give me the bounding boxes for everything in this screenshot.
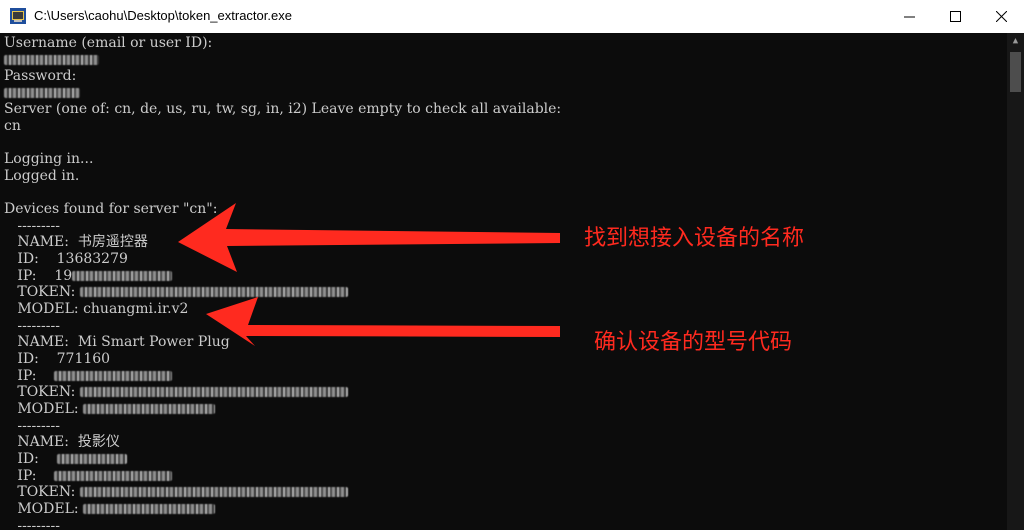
- device-ip: 19: [54, 268, 73, 284]
- device-model-row: MODEL:: [4, 501, 216, 518]
- username-prompt: Username (email or user ID):: [4, 35, 213, 51]
- device-token-row: TOKEN:: [4, 484, 348, 501]
- name-label: NAME:: [4, 234, 78, 250]
- redacted-ip: [54, 371, 173, 381]
- redacted-id: [56, 454, 127, 464]
- device-token-row: TOKEN:: [4, 384, 348, 401]
- redacted-token: [79, 287, 348, 297]
- redacted-token: [79, 387, 348, 397]
- ip-label: IP:: [4, 368, 55, 384]
- vertical-scrollbar[interactable]: ▲: [1007, 33, 1024, 530]
- server-input: cn: [4, 118, 21, 134]
- username-value: [4, 52, 99, 69]
- redacted-model: [83, 404, 216, 414]
- ip-label: IP:: [4, 268, 55, 284]
- annotation-find-device-name: 找到想接入设备的名称: [584, 226, 805, 251]
- device-model-row: MODEL: chuangmi.ir.v2: [4, 301, 188, 318]
- device-ip-row: IP:: [4, 468, 173, 485]
- device-token-row: TOKEN:: [4, 284, 348, 301]
- name-label: NAME:: [4, 434, 78, 450]
- redacted-password: [4, 88, 80, 98]
- device-name: 投影仪: [77, 434, 120, 450]
- device-separator: ---------: [4, 318, 60, 334]
- redacted-ip: [72, 271, 173, 281]
- logged-in-status: Logged in.: [4, 168, 80, 184]
- device-id: 771160: [56, 351, 111, 367]
- redacted-token: [79, 487, 348, 497]
- device-model: chuangmi.ir.v2: [83, 301, 189, 317]
- scroll-up-icon[interactable]: ▲: [1007, 33, 1024, 50]
- device-separator: ---------: [4, 518, 60, 530]
- device-name: Mi Smart Power Plug: [77, 334, 230, 350]
- token-label: TOKEN:: [4, 484, 80, 500]
- redacted-model: [83, 504, 216, 514]
- close-icon: [995, 11, 1007, 22]
- window-title: C:\Users\caohu\Desktop\token_extractor.e…: [34, 8, 292, 23]
- device-id-row: ID:: [4, 451, 127, 468]
- id-label: ID:: [4, 351, 57, 367]
- device-id: 13683279: [56, 251, 128, 267]
- redacted-ip: [54, 471, 173, 481]
- model-label: MODEL:: [4, 301, 84, 317]
- device-separator: ---------: [4, 418, 60, 434]
- logging-in-status: Logging in...: [4, 151, 94, 167]
- device-id-row: ID: 771160: [4, 351, 110, 368]
- annotation-confirm-model: 确认设备的型号代码: [594, 330, 793, 355]
- device-name: 书房遥控器: [77, 234, 148, 250]
- console-window: C:\Users\caohu\Desktop\token_extractor.e…: [0, 0, 1024, 530]
- device-name-row: NAME: 投影仪: [4, 434, 120, 451]
- id-label: ID:: [4, 251, 57, 267]
- maximize-button[interactable]: [932, 0, 978, 33]
- name-label: NAME:: [4, 334, 78, 350]
- close-button[interactable]: [978, 0, 1024, 33]
- devices-found-header: Devices found for server "cn":: [4, 201, 218, 217]
- console-output[interactable]: Username (email or user ID): Password: S…: [0, 33, 1007, 530]
- device-separator: ---------: [4, 218, 60, 234]
- device-id-row: ID: 13683279: [4, 251, 128, 268]
- model-label: MODEL:: [4, 401, 84, 417]
- device-name-row: NAME: Mi Smart Power Plug: [4, 334, 230, 351]
- minimize-icon: [903, 16, 915, 18]
- scrollbar-thumb[interactable]: [1010, 52, 1021, 92]
- password-value: [4, 85, 80, 102]
- id-label: ID:: [4, 451, 57, 467]
- token-label: TOKEN:: [4, 284, 80, 300]
- device-model-row: MODEL:: [4, 401, 216, 418]
- device-ip-row: IP: 19: [4, 268, 173, 285]
- maximize-icon: [949, 11, 961, 22]
- password-prompt: Password:: [4, 68, 77, 84]
- device-ip-row: IP:: [4, 368, 173, 385]
- token-label: TOKEN:: [4, 384, 80, 400]
- title-bar[interactable]: C:\Users\caohu\Desktop\token_extractor.e…: [0, 0, 1024, 33]
- server-prompt: Server (one of: cn, de, us, ru, tw, sg, …: [4, 101, 562, 117]
- ip-label: IP:: [4, 468, 55, 484]
- redacted-username: [4, 55, 99, 65]
- console-app-icon: [10, 8, 26, 24]
- device-name-row: NAME: 书房遥控器: [4, 234, 148, 251]
- minimize-button[interactable]: [886, 0, 932, 33]
- model-label: MODEL:: [4, 501, 84, 517]
